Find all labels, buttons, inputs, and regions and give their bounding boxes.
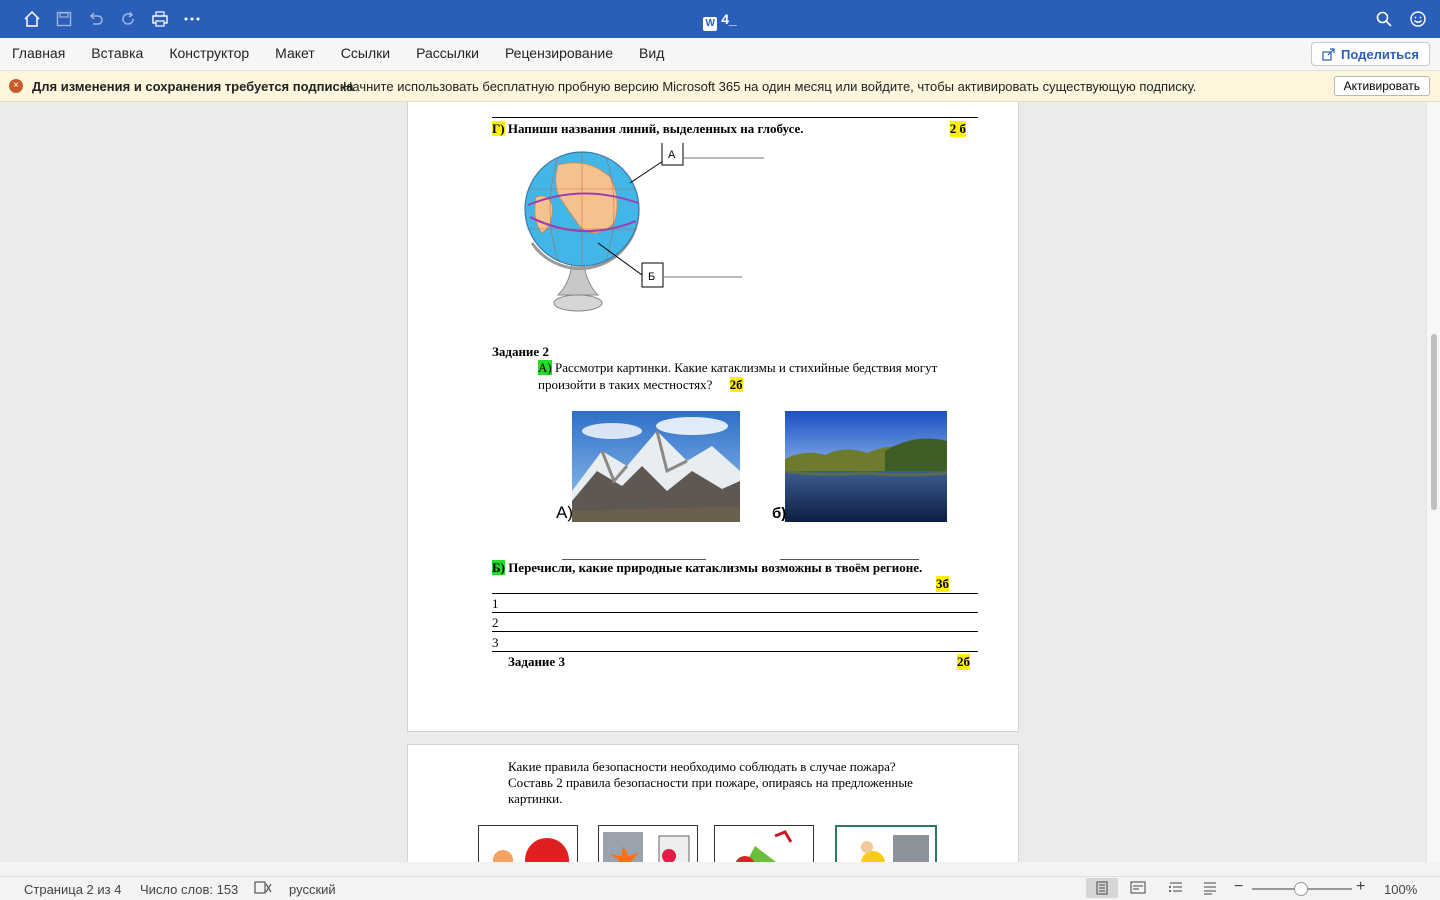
answer-row-number: 2 [492, 615, 499, 630]
zoom-slider-thumb[interactable] [1294, 882, 1308, 896]
rule [492, 651, 978, 652]
task2-title: Задание 2 [492, 344, 549, 359]
rule [492, 117, 978, 118]
page-2[interactable]: Г) Напиши названия линий, выделенных на … [407, 102, 1019, 732]
question-b-points: 3б [936, 576, 949, 592]
question-a: А) Рассмотри картинки. Какие катаклизмы … [538, 360, 938, 392]
globe-label-b: Б [648, 271, 655, 283]
question-g: Г) Напиши названия линий, выделенных на … [492, 121, 966, 137]
word-count[interactable]: Число слов: 153 [140, 882, 238, 897]
print-layout-view-button[interactable] [1086, 878, 1118, 898]
scrollbar-thumb[interactable] [1431, 334, 1437, 510]
fire-picture-3 [714, 825, 814, 862]
fire-picture-2 [598, 825, 698, 862]
answer-row-number: 3 [492, 635, 499, 650]
image-label-b: б) [772, 505, 787, 522]
page-count[interactable]: Страница 2 из 4 [24, 882, 121, 897]
outline-view-icon[interactable] [1168, 880, 1184, 899]
language[interactable]: русский [289, 882, 336, 897]
word-doc-icon: W [703, 17, 718, 31]
fire-question: Какие правила безопасности необходимо со… [508, 759, 913, 806]
globe-label-a: А [668, 149, 676, 161]
tab-review[interactable]: Рецензирование [505, 45, 613, 61]
subscription-banner: × Для изменения и сохранения требуется п… [0, 71, 1440, 102]
save-icon[interactable] [54, 9, 74, 29]
zoom-in-icon[interactable]: + [1356, 878, 1365, 896]
fire-picture-1 [478, 825, 578, 862]
title-bar: W 4_ [0, 0, 1440, 38]
zoom-level[interactable]: 100% [1384, 882, 1417, 897]
share-button[interactable]: Поделиться [1310, 42, 1430, 66]
tab-view[interactable]: Вид [639, 45, 664, 61]
dismiss-icon[interactable]: × [9, 79, 23, 93]
rule [492, 612, 978, 613]
page-3[interactable]: Какие правила безопасности необходимо со… [407, 744, 1019, 862]
draft-view-icon[interactable] [1202, 880, 1218, 899]
task3-title: Задание 3 [508, 654, 565, 669]
rule [492, 631, 978, 632]
tab-design[interactable]: Конструктор [169, 45, 249, 61]
vertical-scrollbar[interactable] [1426, 102, 1440, 862]
redo-icon[interactable] [118, 9, 138, 29]
question-b: Б) Перечисли, какие природные катаклизмы… [492, 560, 923, 575]
fire-picture-4 [835, 825, 937, 862]
tab-references[interactable]: Ссылки [341, 45, 390, 61]
tab-home[interactable]: Главная [12, 45, 65, 61]
tab-mailings[interactable]: Рассылки [416, 45, 479, 61]
zoom-out-icon[interactable]: − [1234, 878, 1243, 896]
print-icon[interactable] [150, 9, 170, 29]
activate-button[interactable]: Активировать [1333, 76, 1430, 96]
home-icon[interactable] [22, 9, 42, 29]
answer-row-number: 1 [492, 596, 499, 611]
globe-figure: А Б [524, 143, 764, 312]
search-icon[interactable] [1374, 9, 1394, 29]
document-canvas[interactable]: Г) Напиши названия линий, выделенных на … [0, 102, 1426, 862]
status-bar: Страница 2 из 4 Число слов: 153 русский … [0, 876, 1440, 900]
rule [492, 593, 978, 594]
window-title: W 4_ [0, 11, 1440, 31]
image-label-a: А) [556, 503, 573, 522]
print-layout-icon [1096, 881, 1108, 895]
banner-title: Для изменения и сохранения требуется под… [32, 79, 354, 94]
tab-insert[interactable]: Вставка [91, 45, 143, 61]
undo-icon[interactable] [86, 9, 106, 29]
proofing-icon[interactable] [254, 880, 272, 899]
banner-message: Начните использовать бесплатную пробную … [343, 79, 1197, 94]
more-icon[interactable] [182, 9, 202, 29]
mountains-image [572, 411, 740, 522]
feedback-smiley-icon[interactable] [1408, 9, 1428, 29]
ribbon: Главная Вставка Конструктор Макет Ссылки… [0, 38, 1440, 71]
web-layout-icon[interactable] [1130, 880, 1146, 899]
tab-layout[interactable]: Макет [275, 45, 315, 61]
lake-image [785, 411, 947, 522]
task3-points: 2б [957, 654, 970, 670]
share-icon [1322, 47, 1335, 61]
